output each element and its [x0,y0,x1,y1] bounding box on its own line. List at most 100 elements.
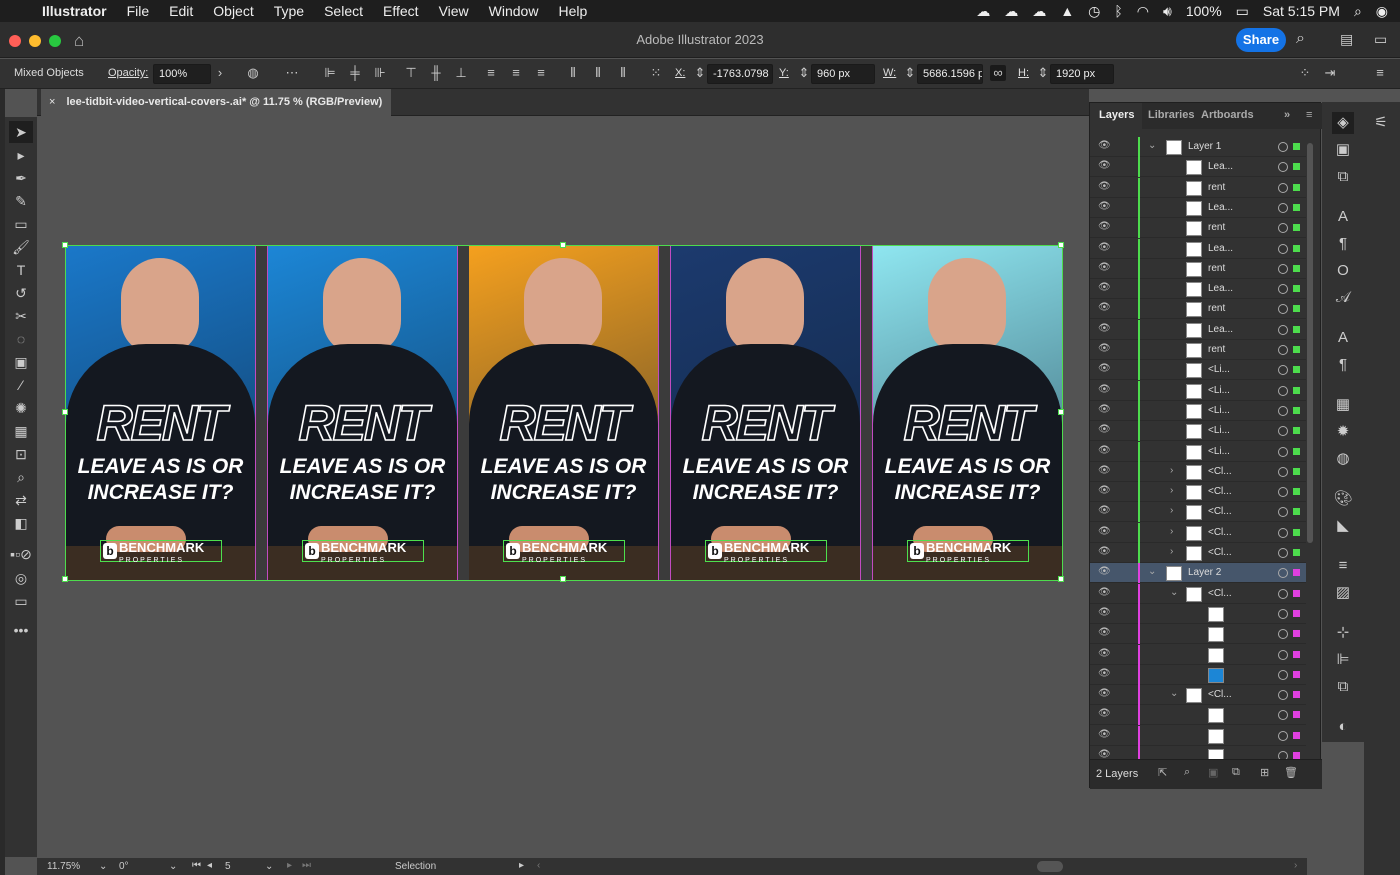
layers-scrollbar[interactable] [1307,143,1313,543]
search-icon[interactable]: ⌕ [1296,30,1305,48]
sublayer-row[interactable]: 👁︎ <Li... [1090,441,1306,462]
menu-view[interactable]: View [429,3,479,19]
document-tab[interactable]: × lee-tidbit-video-vertical-covers-.ai* … [41,89,391,116]
h-stepper-icon[interactable]: ⇕ [1035,65,1051,81]
panel-menu-icon[interactable]: ≡ [1306,109,1312,121]
target-circle-icon[interactable] [1278,142,1288,152]
isolate-icon[interactable]: ⇥ [1322,65,1338,81]
distribute-horizontal-center-icon[interactable]: ⫴ [590,65,606,81]
selection-handle[interactable] [560,242,566,248]
sublayer-row[interactable]: 👁︎ [1090,725,1306,746]
paragraph-panel-icon[interactable]: ¶ [1332,233,1354,255]
menu-file[interactable]: File [117,3,160,19]
visibility-eye-icon[interactable]: 👁︎ [1098,445,1112,457]
gradient-panel-icon[interactable]: ▨ [1332,582,1354,604]
sublayer-row[interactable]: 👁︎ Lea... [1090,319,1306,340]
selection-square[interactable] [1293,203,1300,211]
visibility-eye-icon[interactable]: 👁︎ [1098,546,1112,558]
selection-square[interactable] [1293,650,1300,658]
rotate-tool-icon[interactable]: ↺ [9,282,33,304]
sublayer-row[interactable]: 👁︎ › <Cl... [1090,502,1306,523]
target-circle-icon[interactable] [1278,304,1288,315]
pen-tool-icon[interactable]: ✒ [9,167,33,189]
character-panel-icon[interactable]: A [1332,206,1354,228]
sublayer-row[interactable]: 👁︎ Lea... [1090,197,1306,218]
menu-type[interactable]: Type [264,3,314,19]
selection-square[interactable] [1293,264,1300,272]
selection-square[interactable] [1293,325,1300,333]
selection-square[interactable] [1293,528,1300,536]
recolor-artwork-icon[interactable]: ◍ [245,65,261,81]
visibility-eye-icon[interactable]: 👁︎ [1098,343,1112,355]
sublayer-row[interactable]: 👁︎ rent [1090,299,1306,320]
align-top-icon[interactable]: ⊤ [403,65,419,81]
visibility-eye-icon[interactable]: 👁︎ [1098,648,1112,660]
paragraph-styles-icon[interactable]: ¶ [1332,354,1354,376]
target-circle-icon[interactable] [1278,568,1288,579]
selection-handle[interactable] [62,409,68,415]
opacity-label[interactable]: Opacity: [108,67,148,79]
visibility-eye-icon[interactable]: 👁︎ [1098,181,1112,193]
align-bottom-icon[interactable]: ⊥ [453,65,469,81]
workspace-switcher-icon[interactable]: ▤ [1340,31,1353,48]
selection-handle[interactable] [1058,242,1064,248]
sublayer-row[interactable]: 👁︎ › <Cl... [1090,461,1306,482]
siri-icon[interactable]: ◉ [1376,3,1388,20]
target-circle-icon[interactable] [1278,466,1288,477]
share-button[interactable]: Share [1236,28,1286,52]
zoom-level[interactable]: 11.75% [47,861,80,872]
expand-chevron-icon[interactable]: ⌄ [1170,688,1178,699]
sublayer-row[interactable]: 👁︎ <Li... [1090,421,1306,442]
layer-row[interactable]: 👁︎ ⌄ Layer 2 [1090,563,1306,584]
visibility-eye-icon[interactable]: 👁︎ [1098,160,1112,172]
selection-square[interactable] [1293,224,1300,232]
export-icon[interactable]: ⇱ [1158,766,1167,779]
target-circle-icon[interactable] [1278,710,1288,721]
menu-effect[interactable]: Effect [373,3,429,19]
opacity-field[interactable]: 100% [153,64,211,84]
selection-square[interactable] [1293,143,1300,150]
next-artboard-icon[interactable]: ▸ [287,860,292,871]
panel-toggle-icon[interactable]: ▭ [1374,31,1387,48]
time-machine-icon[interactable]: ◷ [1088,3,1100,20]
visibility-eye-icon[interactable]: 👁︎ [1098,566,1112,578]
sublayer-row[interactable]: 👁︎ [1090,644,1306,665]
fill-stroke-swap-icon[interactable]: ⇄ [9,489,33,511]
align-right-icon[interactable]: ⊪ [372,65,388,81]
selection-square[interactable] [1293,406,1300,414]
sublayer-row[interactable]: 👁︎ › <Cl... [1090,482,1306,503]
symbol-sprayer-tool-icon[interactable]: ✺ [9,397,33,419]
menu-app-name[interactable]: Illustrator [32,3,117,19]
swatches-panel-icon[interactable]: ▦ [1332,394,1354,416]
selection-square[interactable] [1293,508,1300,516]
y-stepper-icon[interactable]: ⇕ [796,65,812,81]
visibility-eye-icon[interactable]: 👁︎ [1098,384,1112,396]
sublayer-row[interactable]: 👁︎ <Li... [1090,360,1306,381]
distribute-right-icon[interactable]: ⫴ [615,65,631,81]
spotlight-search-icon[interactable]: ⌕ [1354,3,1362,20]
x-field[interactable]: -1763.0798 [707,64,773,84]
sublayer-row[interactable]: 👁︎ <Li... [1090,380,1306,401]
asset-export-icon[interactable]: ⧉ [1332,166,1354,188]
selection-square[interactable] [1293,670,1300,678]
visibility-eye-icon[interactable]: 👁︎ [1098,424,1112,436]
expand-chevron-icon[interactable]: ⌄ [1148,140,1156,151]
distribute-bottom-icon[interactable]: ≡ [533,65,549,81]
eyedropper-tool-icon[interactable]: ⁄ [9,374,33,396]
visibility-eye-icon[interactable]: 👁︎ [1098,221,1112,233]
wifi-icon[interactable]: ◠ [1137,3,1149,20]
color-guide-icon[interactable]: ◣ [1332,515,1354,537]
collapse-chevron-icon[interactable]: › [1170,505,1173,516]
tab-artboards[interactable]: Artboards [1201,109,1254,121]
target-circle-icon[interactable] [1278,629,1288,640]
selection-square[interactable] [1293,244,1300,252]
target-circle-icon[interactable] [1278,162,1288,173]
visibility-eye-icon[interactable]: 👁︎ [1098,587,1112,599]
h-label[interactable]: H: [1018,67,1029,79]
battery-percent[interactable]: 100% [1186,3,1222,19]
target-circle-icon[interactable] [1278,365,1288,376]
target-circle-icon[interactable] [1278,223,1288,234]
selection-square[interactable] [1293,163,1300,171]
visibility-eye-icon[interactable]: 👁︎ [1098,607,1112,619]
selection-handle[interactable] [62,576,68,582]
